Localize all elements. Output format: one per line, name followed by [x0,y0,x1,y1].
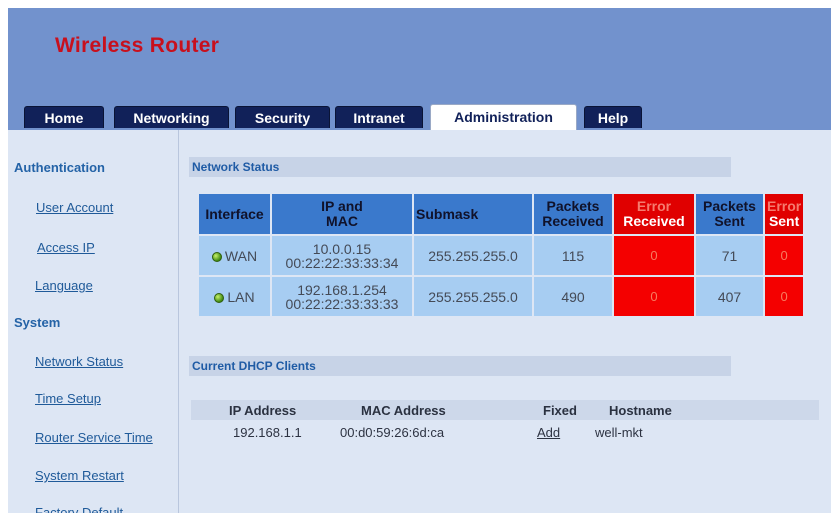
column-hostname: Hostname [609,403,672,418]
column-fixed: Fixed [543,403,577,418]
submask-cell: 255.255.255.0 [414,277,532,316]
tab-administration[interactable]: Administration [430,104,577,130]
tab-home[interactable]: Home [24,106,104,128]
packets-received-cell: 115 [534,236,612,275]
table-header-row: Interface IP and MAC Submask Packets Recei… [199,194,804,234]
sidebar-heading-authentication: Authentication [14,160,105,175]
dhcp-client-ip: 192.168.1.1 [233,425,302,440]
sidebar-item-language[interactable]: Language [35,278,93,293]
column-packets-sent: Packets Sent [696,194,763,234]
sidebar-item-system-restart[interactable]: System Restart [35,468,124,483]
sidebar: Authentication User Account Access IP La… [8,130,178,513]
dhcp-table-header: IP Address MAC Address Fixed Hostname [191,400,819,420]
column-interface: Interface [199,194,270,234]
main-content: Network Status Interface IP and MAC Subma… [179,130,831,513]
column-ip-address: IP Address [229,403,297,418]
tab-help[interactable]: Help [584,106,642,128]
column-submask: Submask [414,194,532,234]
sidebar-heading-system: System [14,315,61,330]
packets-received-cell: 490 [534,277,612,316]
table-row: WAN 10.0.0.15 00:22:22:33:33:34 255.255.2… [199,236,804,275]
error-received-cell: 0 [614,277,694,316]
interface-cell: LAN [199,277,270,316]
network-status-title: Network Status [189,157,731,177]
ip-mac-cell: 192.168.1.254 00:22:22:33:33:33 [272,277,412,316]
dhcp-client-mac: 00:d0:59:26:6d:ca [340,425,445,440]
column-packets-received: Packets Received [534,194,612,234]
error-sent-cell: 0 [765,277,804,316]
brand-title: Wireless Router [55,34,220,57]
sidebar-item-network-status[interactable]: Network Status [35,354,123,369]
dhcp-clients-title: Current DHCP Clients [189,356,731,376]
column-error-sent: Error Sent [765,194,804,234]
sidebar-item-factory-default[interactable]: Factory Default [35,505,123,513]
router-admin-page: Wireless Router Home Networking Security… [8,8,831,513]
status-dot-icon [214,292,225,303]
sidebar-item-user-account[interactable]: User Account [36,200,113,215]
table-row: LAN 192.168.1.254 00:22:22:33:33:33 255.2… [199,277,804,316]
packets-sent-cell: 71 [696,236,763,275]
add-fixed-link[interactable]: Add [537,425,560,440]
packets-sent-cell: 407 [696,277,763,316]
tab-networking[interactable]: Networking [114,106,229,128]
network-status-table: Interface IP and MAC Submask Packets Recei… [197,192,805,318]
column-ip-mac: IP and MAC [272,194,412,234]
submask-cell: 255.255.255.0 [414,236,532,275]
ip-mac-cell: 10.0.0.15 00:22:22:33:33:34 [272,236,412,275]
column-error-received: Error Received [614,194,694,234]
page-header: Wireless Router Home Networking Security… [8,8,831,130]
interface-cell: WAN [199,236,270,275]
sidebar-item-access-ip[interactable]: Access IP [37,240,95,255]
tab-security[interactable]: Security [235,106,330,128]
dhcp-client-hostname: well-mkt [595,425,643,440]
column-mac-address: MAC Address [361,403,446,418]
error-received-cell: 0 [614,236,694,275]
tab-intranet[interactable]: Intranet [335,106,423,128]
error-sent-cell: 0 [765,236,804,275]
status-dot-icon [211,251,222,262]
sidebar-item-router-service-time[interactable]: Router Service Time [35,430,153,445]
sidebar-item-time-setup[interactable]: Time Setup [35,391,101,406]
